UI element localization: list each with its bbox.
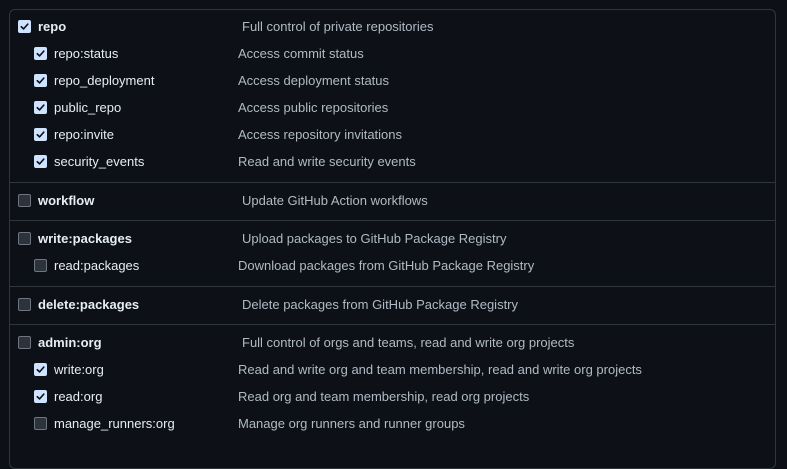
scope-description: Upload packages to GitHub Package Regist… bbox=[242, 231, 507, 246]
checkbox-write-org[interactable] bbox=[34, 363, 47, 376]
scope-description: Update GitHub Action workflows bbox=[242, 193, 428, 208]
scope-name: delete:packages bbox=[38, 297, 140, 312]
checkbox-read-packages[interactable] bbox=[34, 259, 47, 272]
scope-name: repo:status bbox=[54, 46, 119, 61]
scope-name: write:packages bbox=[38, 231, 132, 246]
checkbox-security-events[interactable] bbox=[34, 155, 47, 168]
scope-row-manage-runners-org[interactable]: manage_runners:org Manage org runners and… bbox=[10, 411, 775, 438]
scope-row-security-events[interactable]: security_events Read and write security e… bbox=[10, 149, 775, 176]
scope-description: Read org and team membership, read org p… bbox=[238, 389, 530, 404]
scope-name: admin:org bbox=[38, 335, 102, 350]
checkbox-manage-runners-org[interactable] bbox=[34, 417, 47, 430]
scope-name: repo:invite bbox=[54, 127, 114, 142]
scope-description: Download packages from GitHub Package Re… bbox=[238, 258, 535, 273]
scope-row-read-packages[interactable]: read:packages Download packages from GitH… bbox=[10, 253, 775, 280]
checkbox-public-repo[interactable] bbox=[34, 101, 47, 114]
scope-row-repo[interactable]: repo Full control of private repositories bbox=[10, 14, 775, 41]
scope-description: Access repository invitations bbox=[238, 127, 403, 142]
scope-row-repo-invite[interactable]: repo:invite Access repository invitations bbox=[10, 122, 775, 149]
scope-name: read:org bbox=[54, 389, 103, 404]
scope-description: Read and write security events bbox=[238, 154, 416, 169]
scope-row-admin-org[interactable]: admin:org Full control of orgs and teams,… bbox=[10, 330, 775, 357]
scope-row-write-org[interactable]: write:org Read and write org and team mem… bbox=[10, 357, 775, 384]
scope-description: Access deployment status bbox=[238, 73, 390, 88]
checkbox-delete-packages[interactable] bbox=[18, 298, 31, 311]
checkmark-icon bbox=[36, 158, 45, 165]
scope-group-write-packages: write:packages Upload packages to GitHub … bbox=[10, 220, 775, 286]
scope-group-delete-packages: delete:packages Delete packages from GitH… bbox=[10, 286, 775, 324]
scope-group-repo: repo Full control of private repositories… bbox=[10, 10, 775, 182]
scope-row-repo-deployment[interactable]: repo_deployment Access deployment status bbox=[10, 68, 775, 95]
scopes-panel: repo Full control of private repositories… bbox=[9, 9, 776, 469]
scope-row-workflow[interactable]: workflow Update GitHub Action workflows bbox=[10, 188, 775, 215]
scope-name: manage_runners:org bbox=[54, 416, 175, 431]
scope-name: security_events bbox=[54, 154, 145, 169]
scope-description: Access public repositories bbox=[238, 100, 389, 115]
checkbox-repo[interactable] bbox=[18, 20, 31, 33]
scope-description: Read and write org and team membership, … bbox=[238, 362, 642, 377]
scope-name: read:packages bbox=[54, 258, 140, 273]
scope-description: Delete packages from GitHub Package Regi… bbox=[242, 297, 519, 312]
checkbox-repo-deployment[interactable] bbox=[34, 74, 47, 87]
scope-description: Full control of orgs and teams, read and… bbox=[242, 335, 575, 350]
scope-row-write-packages[interactable]: write:packages Upload packages to GitHub … bbox=[10, 226, 775, 253]
scope-row-public-repo[interactable]: public_repo Access public repositories bbox=[10, 95, 775, 122]
scope-name: repo_deployment bbox=[54, 73, 155, 88]
scope-name: workflow bbox=[38, 193, 95, 208]
checkmark-icon bbox=[36, 131, 45, 138]
scope-group-admin-org: admin:org Full control of orgs and teams,… bbox=[10, 324, 775, 444]
scope-row-delete-packages[interactable]: delete:packages Delete packages from GitH… bbox=[10, 292, 775, 319]
checkbox-repo-status[interactable] bbox=[34, 47, 47, 60]
scope-description: Access commit status bbox=[238, 46, 364, 61]
scope-name: public_repo bbox=[54, 100, 122, 115]
scope-name: write:org bbox=[54, 362, 104, 377]
checkbox-repo-invite[interactable] bbox=[34, 128, 47, 141]
scope-row-repo-status[interactable]: repo:status Access commit status bbox=[10, 41, 775, 68]
scope-group-workflow: workflow Update GitHub Action workflows bbox=[10, 182, 775, 220]
checkmark-icon bbox=[36, 393, 45, 400]
checkmark-icon bbox=[20, 23, 29, 30]
checkbox-workflow[interactable] bbox=[18, 194, 31, 207]
scope-description: Full control of private repositories bbox=[242, 19, 434, 34]
scope-row-read-org[interactable]: read:org Read org and team membership, re… bbox=[10, 384, 775, 411]
checkmark-icon bbox=[36, 77, 45, 84]
scope-name: repo bbox=[38, 19, 67, 34]
checkbox-read-org[interactable] bbox=[34, 390, 47, 403]
checkmark-icon bbox=[36, 366, 45, 373]
scope-description: Manage org runners and runner groups bbox=[238, 416, 465, 431]
checkmark-icon bbox=[36, 104, 45, 111]
checkbox-write-packages[interactable] bbox=[18, 232, 31, 245]
checkbox-admin-org[interactable] bbox=[18, 336, 31, 349]
checkmark-icon bbox=[36, 50, 45, 57]
